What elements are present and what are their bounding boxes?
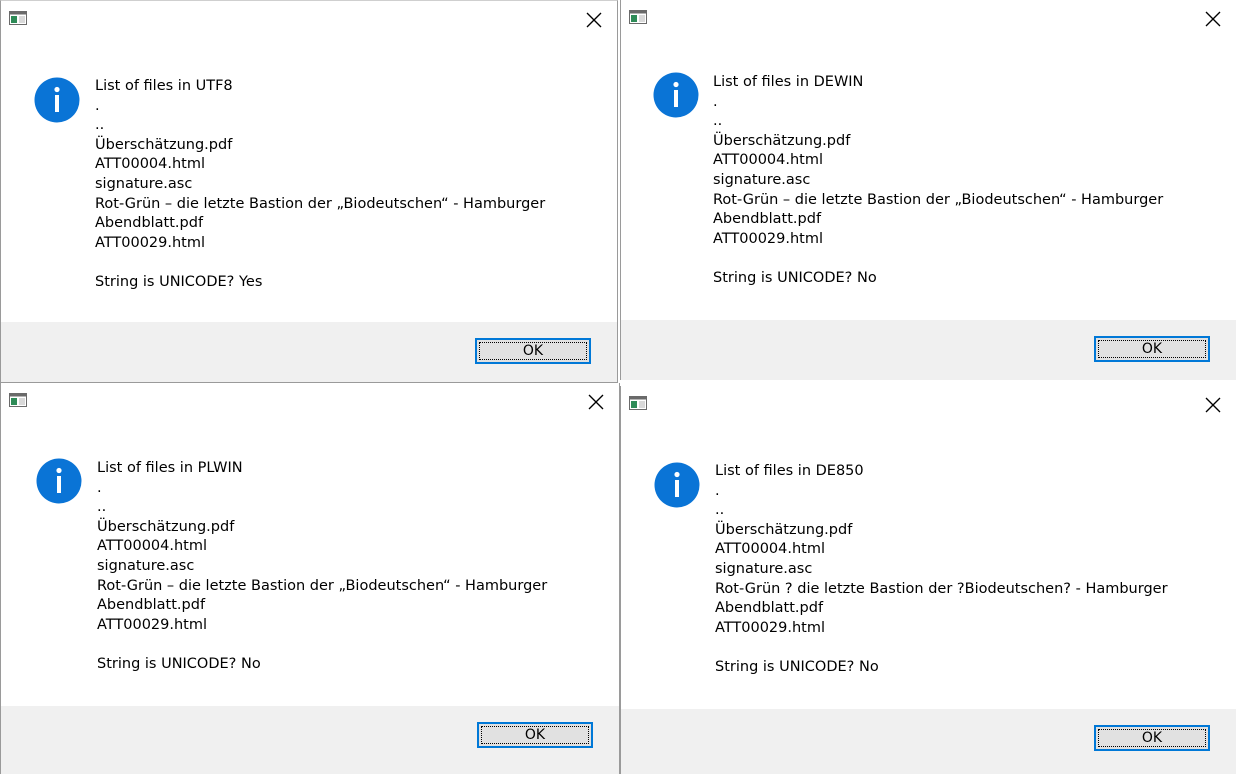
ok-button[interactable]: OK <box>1094 725 1210 751</box>
app-icon <box>9 11 27 25</box>
message-line: Abendblatt.pdf <box>97 597 206 614</box>
message-line: ATT00004.html <box>713 152 824 169</box>
message-line: ATT00004.html <box>97 538 208 555</box>
message-line: signature.asc <box>715 560 813 577</box>
app-icon <box>629 396 647 410</box>
message-text: List of files in PLWIN... Überschätzung.p… <box>97 459 597 675</box>
ok-button[interactable]: OK <box>475 338 591 364</box>
message-line: .. <box>95 117 105 134</box>
message-line: List of files in DEWIN <box>713 74 864 90</box>
message-dialog-utf8: List of files in UTF8... Überschätzung.pd… <box>0 0 618 383</box>
message-line: . <box>713 93 718 110</box>
message-line: String is UNICODE? No <box>715 658 879 675</box>
title-bar <box>1 383 619 421</box>
title-bar <box>621 0 1236 38</box>
message-line: . <box>97 479 102 496</box>
message-line: Rot-Grün – die letzte Bastion der „Biode… <box>97 577 548 594</box>
close-icon[interactable] <box>585 391 607 413</box>
message-line: ATT00004.html <box>95 156 206 173</box>
message-line: Überschätzung.pdf <box>715 521 853 538</box>
message-line: Abendblatt.pdf <box>713 211 822 228</box>
message-line: Überschätzung.pdf <box>95 136 233 153</box>
info-icon <box>36 458 82 504</box>
message-line: String is UNICODE? Yes <box>95 273 263 290</box>
message-line: ATT00029.html <box>97 616 208 633</box>
app-icon <box>9 393 27 407</box>
message-text: List of files in DE850... Überschätzung.p… <box>715 462 1215 678</box>
message-line: ATT00029.html <box>95 234 206 251</box>
info-icon <box>654 462 700 508</box>
message-line: ATT00004.html <box>715 541 826 558</box>
message-line: Überschätzung.pdf <box>713 132 851 149</box>
message-line: Überschätzung.pdf <box>97 518 235 535</box>
button-bar: OK <box>1 322 617 382</box>
info-icon <box>34 77 80 123</box>
message-line: . <box>95 97 100 114</box>
message-line: String is UNICODE? No <box>97 655 261 672</box>
message-line <box>95 253 595 273</box>
message-line <box>715 638 1215 658</box>
message-line <box>97 635 597 655</box>
message-dialog-dewin: List of files in DEWIN... Überschätzung.p… <box>620 0 1236 380</box>
message-line: signature.asc <box>713 171 811 188</box>
close-icon[interactable] <box>1202 394 1224 416</box>
message-line: Rot-Grün ? die letzte Bastion der ?Biode… <box>715 580 1168 597</box>
close-icon[interactable] <box>583 9 605 31</box>
ok-button[interactable]: OK <box>1094 336 1210 362</box>
message-line <box>713 249 1213 269</box>
message-line: Rot-Grün – die letzte Bastion der „Biode… <box>95 195 546 212</box>
message-line: Rot-Grün – die letzte Bastion der „Biode… <box>713 191 1164 208</box>
message-line: List of files in DE850 <box>715 463 864 479</box>
message-dialog-plwin: List of files in PLWIN... Überschätzung.p… <box>0 383 620 774</box>
message-line: signature.asc <box>95 175 193 192</box>
message-text: List of files in UTF8... Überschätzung.pd… <box>95 77 595 293</box>
ok-button[interactable]: OK <box>477 722 593 748</box>
message-line: List of files in PLWIN <box>97 460 243 476</box>
message-line: .. <box>713 113 723 130</box>
message-line: signature.asc <box>97 557 195 574</box>
message-dialog-de850: List of files in DE850... Überschätzung.p… <box>620 386 1236 774</box>
app-icon <box>629 10 647 24</box>
message-line: ATT00029.html <box>713 230 824 247</box>
title-bar <box>1 1 617 39</box>
message-line: List of files in UTF8 <box>95 78 233 94</box>
button-bar: OK <box>621 709 1236 774</box>
message-line: Abendblatt.pdf <box>95 215 204 232</box>
message-line: String is UNICODE? No <box>713 269 877 286</box>
message-line: . <box>715 482 720 499</box>
info-icon <box>653 72 699 118</box>
title-bar <box>621 386 1236 424</box>
message-line: .. <box>97 499 107 516</box>
message-text: List of files in DEWIN... Überschätzung.p… <box>713 73 1213 289</box>
message-line: .. <box>715 502 725 519</box>
button-bar: OK <box>1 706 619 774</box>
button-bar: OK <box>621 320 1236 380</box>
message-line: ATT00029.html <box>715 619 826 636</box>
message-line: Abendblatt.pdf <box>715 600 824 617</box>
close-icon[interactable] <box>1202 8 1224 30</box>
